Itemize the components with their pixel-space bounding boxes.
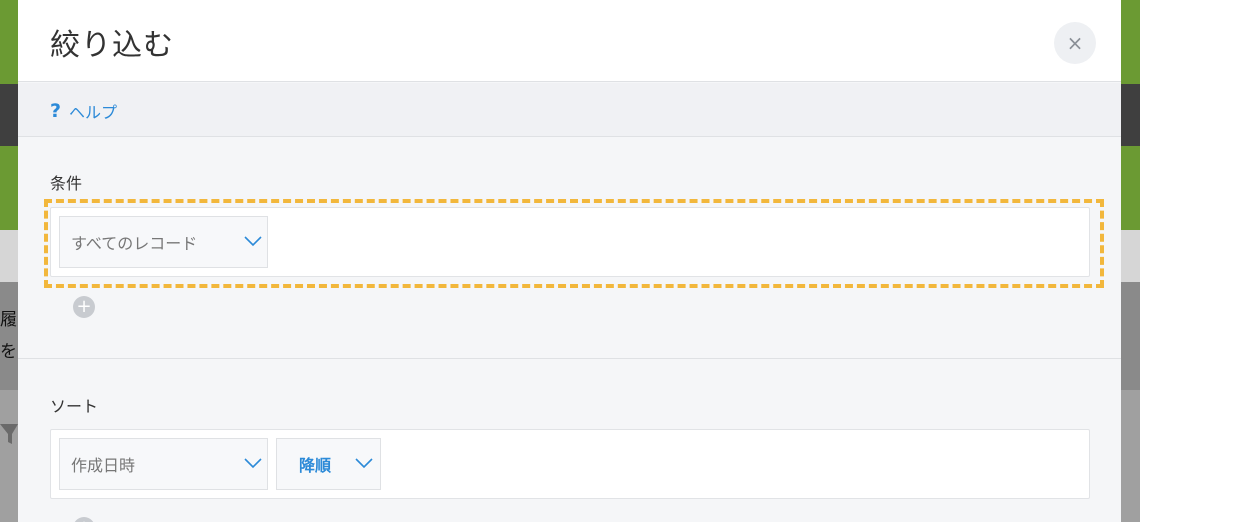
help-label: ヘルプ (69, 103, 118, 122)
chevron-down-icon (244, 458, 262, 469)
plus-circle-icon: + (76, 517, 91, 522)
condition-row: すべてのレコード (50, 207, 1090, 277)
close-button[interactable]: × (1054, 22, 1096, 64)
help-link[interactable]: ? ヘルプ (50, 99, 117, 123)
filter-dialog: 絞り込む × ? ヘルプ 条件 すべてのレコード + ソート 作成日時 降順 (18, 0, 1121, 522)
background-text-fragment: 履 (0, 310, 17, 330)
chevron-down-icon (355, 458, 373, 469)
help-icon: ? (50, 100, 62, 122)
add-condition-button[interactable]: + (73, 296, 95, 318)
condition-select[interactable]: すべてのレコード (59, 216, 268, 268)
add-sort-button[interactable]: + (73, 517, 95, 522)
plus-circle-icon: + (76, 296, 92, 317)
funnel-icon (0, 424, 18, 444)
sort-order-value: 降順 (299, 456, 332, 475)
sort-order-select[interactable]: 降順 (276, 438, 381, 490)
section-divider (18, 358, 1121, 359)
sort-field-select[interactable]: 作成日時 (59, 438, 268, 490)
chevron-down-icon (244, 236, 262, 247)
dialog-header: 絞り込む × (18, 0, 1121, 82)
sort-row: 作成日時 降順 (50, 429, 1090, 499)
background-text-fragment: を (0, 342, 17, 362)
screen: 履 を 絞り込む × ? ヘルプ 条件 すべてのレコード + ソート 作成日時 … (0, 0, 1252, 522)
dialog-title: 絞り込む (50, 28, 174, 63)
help-bar: ? ヘルプ (18, 83, 1121, 137)
sort-field-value: 作成日時 (71, 456, 136, 475)
condition-label: 条件 (50, 174, 83, 193)
sort-label: ソート (50, 397, 99, 416)
condition-select-value: すべてのレコード (71, 234, 198, 253)
close-icon: × (1066, 31, 1084, 55)
